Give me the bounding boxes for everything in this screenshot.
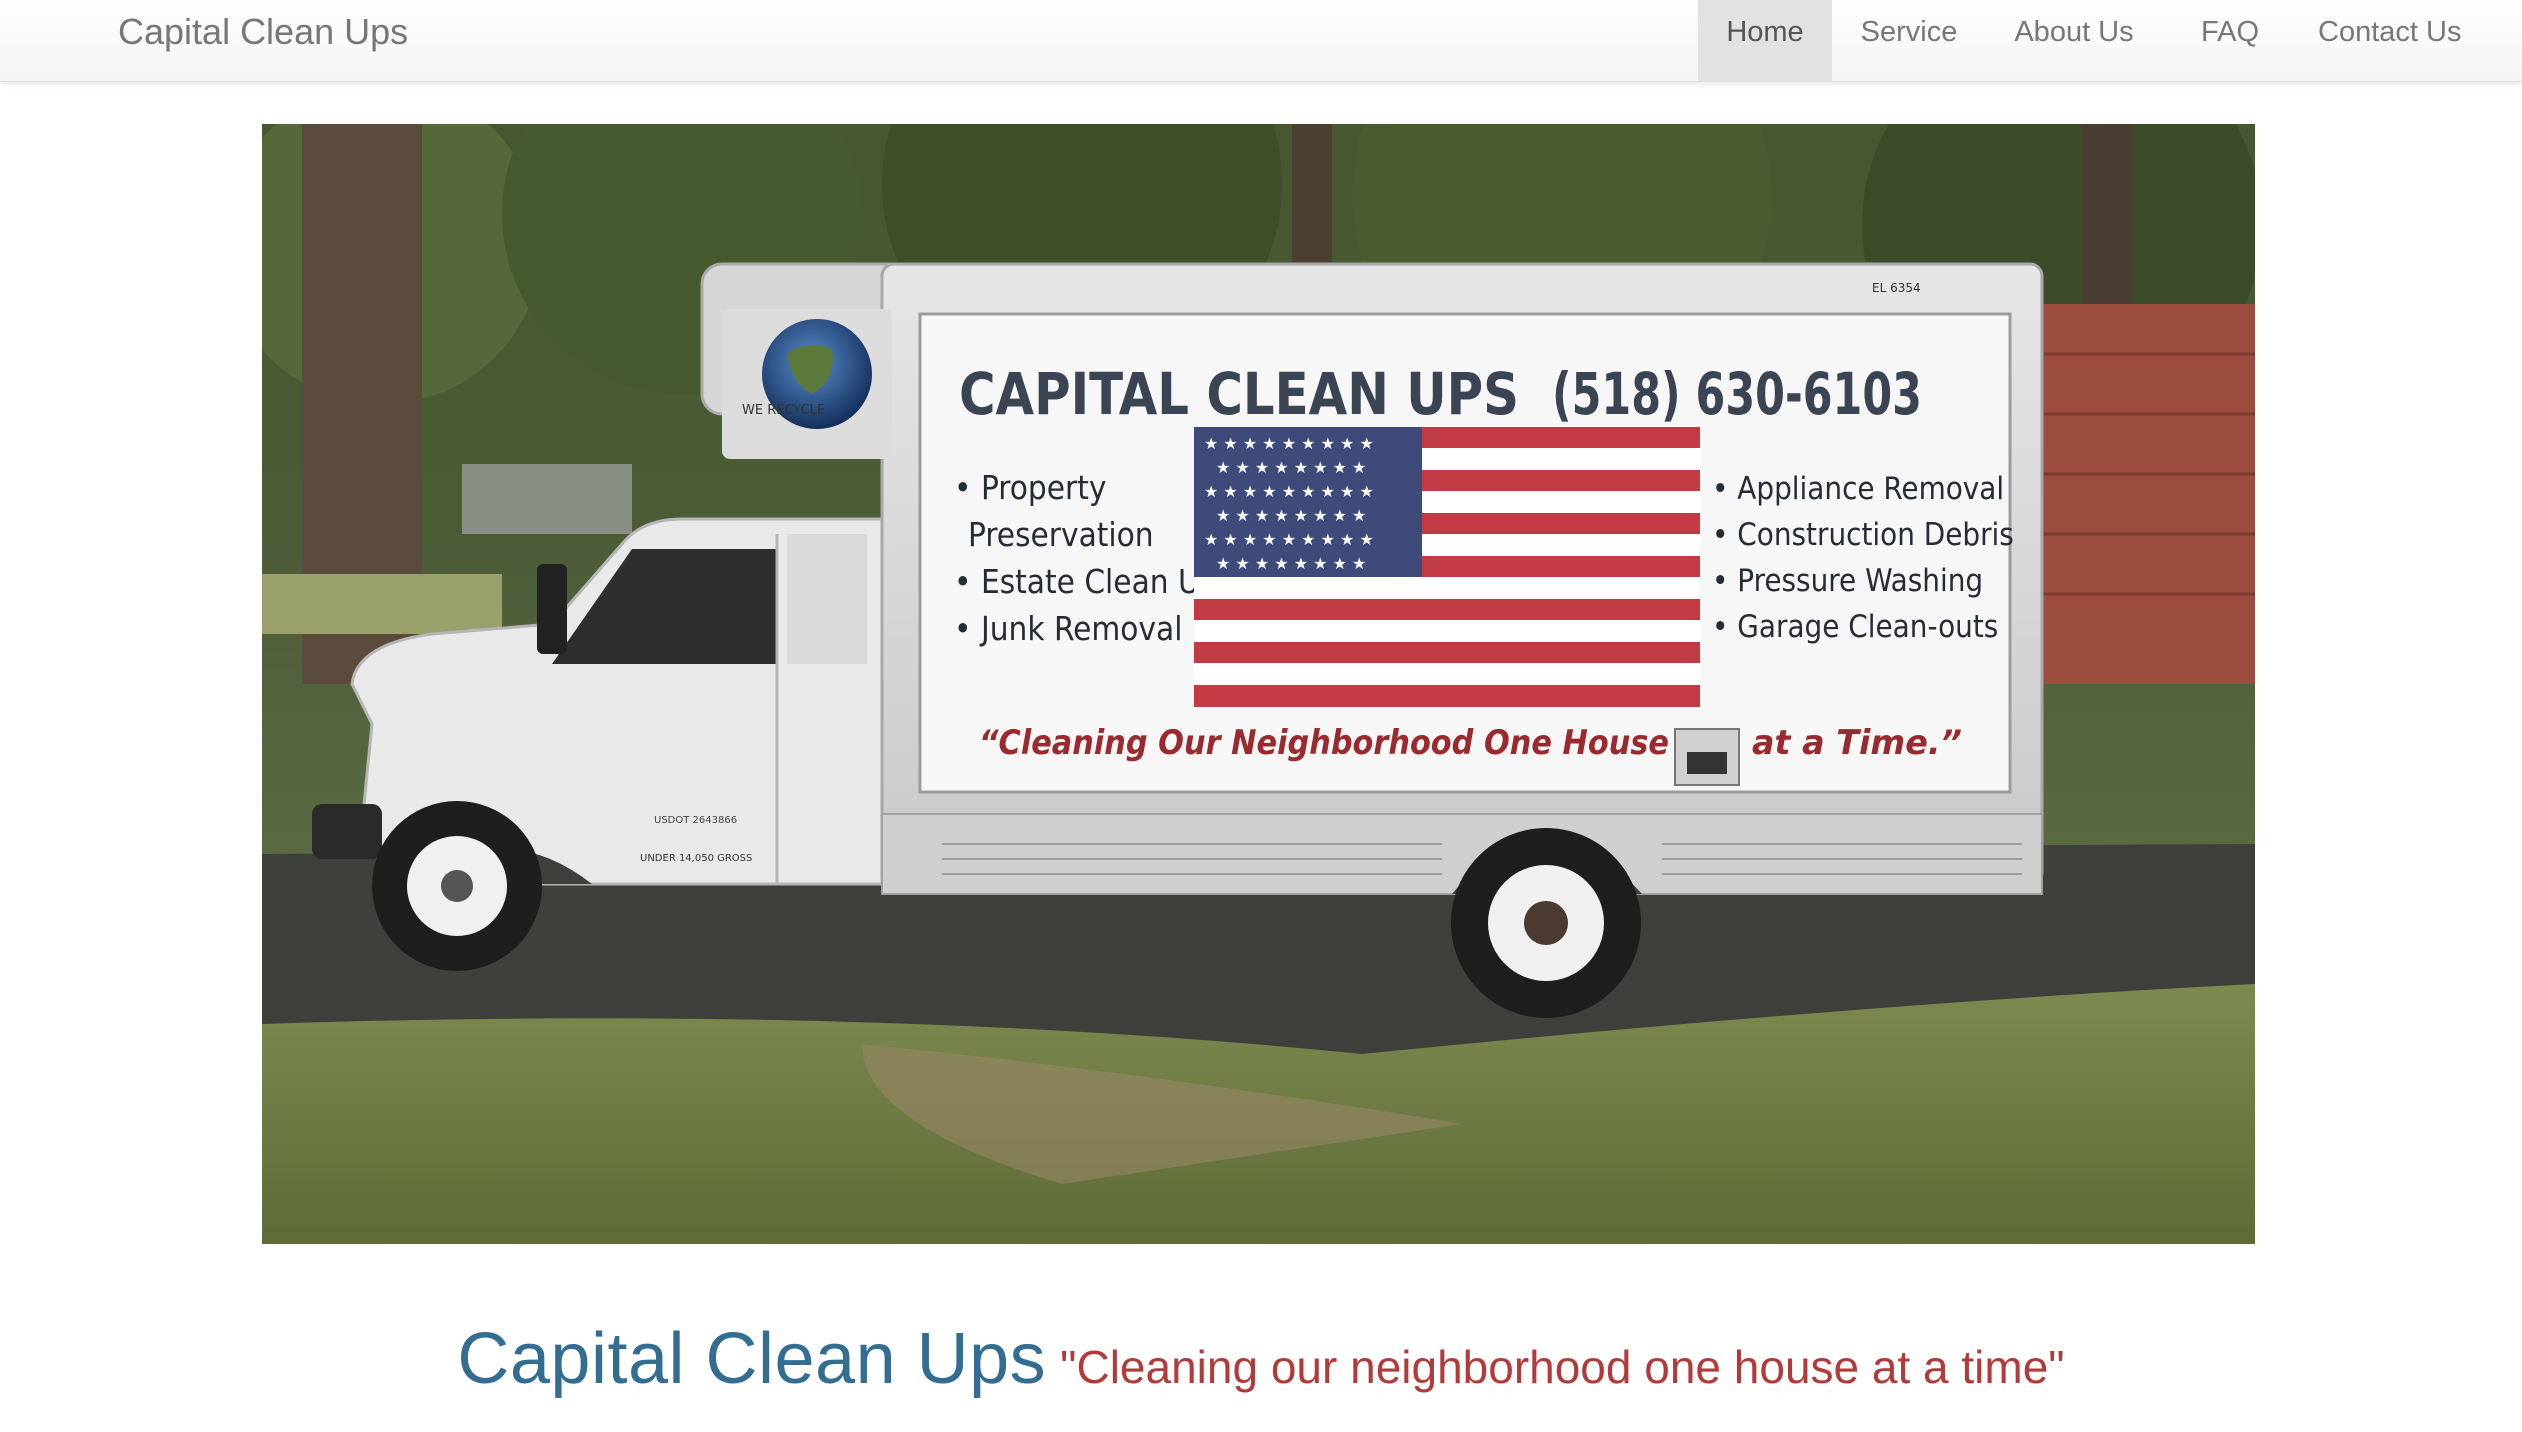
nav-home[interactable]: Home (1698, 0, 1832, 82)
hero-truck-photo: USDOT 2643866 UNDER 14,050 GROSS WE RECY… (262, 124, 2255, 1244)
main-nav: Home Service About Us FAQ Contact Us (1698, 0, 2522, 82)
front-wheel (372, 801, 542, 971)
truck-illustration: USDOT 2643866 UNDER 14,050 GROSS WE RECY… (262, 124, 2255, 1244)
svg-text:★ ★ ★ ★ ★ ★ ★ ★ ★: ★ ★ ★ ★ ★ ★ ★ ★ ★ (1204, 530, 1374, 549)
truck-service-left-1: • Property (954, 468, 1106, 507)
box-id-label: EL 6354 (1872, 281, 1921, 295)
truck-service-right-3: • Pressure Washing (1712, 563, 1983, 599)
page-heading: Capital Clean Ups "Cleaning our neighborh… (0, 1318, 2522, 1400)
nav-contact-us[interactable]: Contact Us (2298, 0, 2522, 82)
nav-about-us[interactable]: About Us (1986, 0, 2162, 82)
recycle-label: WE RECYCLE (742, 403, 825, 418)
svg-text:★ ★ ★ ★ ★ ★ ★ ★: ★ ★ ★ ★ ★ ★ ★ ★ (1216, 554, 1366, 573)
usdot-label: USDOT 2643866 (654, 815, 737, 826)
rear-wheel (1451, 828, 1641, 1018)
gross-label: UNDER 14,050 GROSS (640, 853, 752, 864)
svg-text:★ ★ ★ ★ ★ ★ ★ ★ ★: ★ ★ ★ ★ ★ ★ ★ ★ ★ (1204, 434, 1374, 453)
truck-company-name: CAPITAL CLEAN UPS (959, 360, 1519, 428)
truck-service-right-1: • Appliance Removal (1712, 471, 2004, 507)
heading-title: Capital Clean Ups (457, 1319, 1047, 1399)
brand-link[interactable]: Capital Clean Ups (118, 0, 408, 64)
truck-service-left-3: • Estate Clean Ups (954, 562, 1234, 601)
top-navbar: Capital Clean Ups Home Service About Us … (0, 0, 2522, 82)
nav-service[interactable]: Service (1832, 0, 1986, 82)
svg-text:★ ★ ★ ★ ★ ★ ★ ★: ★ ★ ★ ★ ★ ★ ★ ★ (1216, 506, 1366, 525)
flag-graphic: ★ ★ ★ ★ ★ ★ ★ ★ ★ ★ ★ ★ ★ ★ ★ ★ ★ ★ ★ ★ … (1194, 427, 1700, 707)
truck-slogan-part2: at a Time.” (1752, 723, 1962, 763)
truck-phone: (518) 630-6103 (1552, 360, 1922, 428)
truck-service-right-2: • Construction Debris (1712, 517, 2014, 553)
svg-text:★ ★ ★ ★ ★ ★ ★ ★: ★ ★ ★ ★ ★ ★ ★ ★ (1216, 458, 1366, 477)
truck-service-right-4: • Garage Clean-outs (1712, 609, 1998, 645)
heading-tagline: "Cleaning our neighborhood one house at … (1060, 1341, 2065, 1393)
truck-service-left-2: Preservation (968, 515, 1154, 554)
nav-faq[interactable]: FAQ (2162, 0, 2298, 82)
svg-text:★ ★ ★ ★ ★ ★ ★ ★ ★: ★ ★ ★ ★ ★ ★ ★ ★ ★ (1204, 482, 1374, 501)
truck-slogan-part1: “Cleaning Our Neighborhood One House (979, 723, 1669, 763)
truck-service-left-4: • Junk Removal (954, 609, 1182, 648)
